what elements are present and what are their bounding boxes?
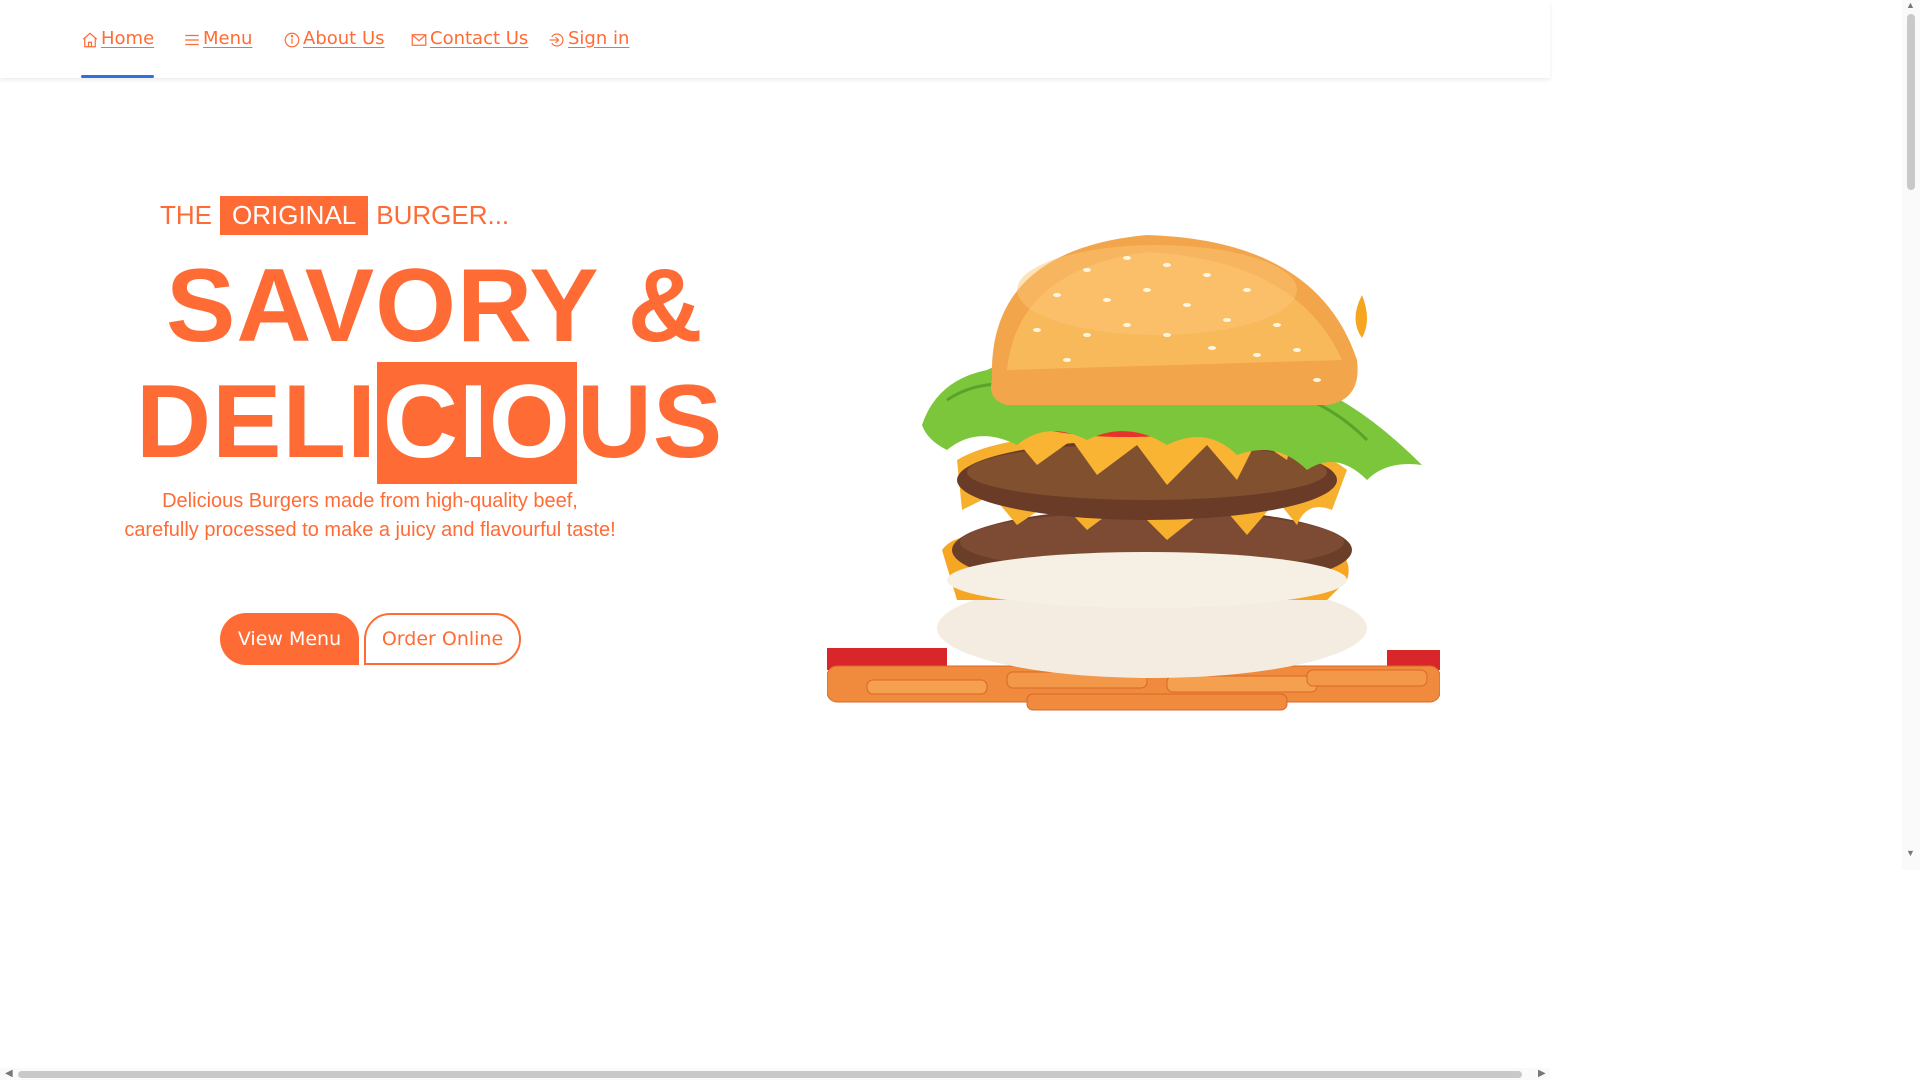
horizontal-scroll-thumb[interactable] — [18, 1071, 1522, 1078]
headline-line1: SAVORY & — [166, 248, 704, 364]
nav-menu-label: Menu — [203, 28, 253, 49]
vertical-scroll-thumb[interactable] — [1907, 14, 1915, 190]
description-line2: carefully processed to make a juicy and … — [124, 519, 616, 541]
nav-contact-link[interactable]: Contact Us — [410, 28, 528, 78]
menu-icon — [185, 34, 199, 46]
hero-description: Delicious Burgers made from high-quality… — [120, 487, 620, 545]
scroll-down-icon[interactable]: ▼ — [1906, 848, 1915, 858]
info-icon — [284, 32, 300, 48]
burger-photo — [826, 80, 1441, 740]
headline-line2: DELICIOUS — [136, 362, 723, 484]
nav-home-link[interactable]: Home — [81, 28, 155, 78]
burger-illustration — [826, 235, 1441, 711]
view-menu-button[interactable]: View Menu — [220, 613, 359, 665]
scroll-right-icon[interactable]: ▶ — [1538, 1068, 1546, 1079]
nav-contact-label: Contact Us — [430, 28, 529, 49]
nav-signin-label: Sign in — [568, 28, 630, 49]
nav-signin-link[interactable]: Sign in — [548, 28, 629, 78]
nav-about-link[interactable]: About Us — [283, 28, 385, 78]
nav-about-label: About Us — [303, 28, 385, 49]
nav-menu-link[interactable]: Menu — [183, 28, 252, 78]
home-icon — [82, 32, 98, 48]
headline-line2-highlight: CIO — [376, 362, 577, 484]
mail-icon — [411, 34, 427, 46]
hero-tagline: THE ORIGINAL BURGER... — [160, 196, 509, 235]
order-online-button[interactable]: Order Online — [364, 613, 521, 665]
headline-line2-before: DELI — [136, 364, 377, 480]
tagline-before: THE — [160, 200, 212, 230]
nav-home-label: Home — [101, 28, 155, 49]
top-navigation: Home Menu About Us Contact Us Sign in — [0, 0, 1550, 78]
sign-in-icon — [549, 33, 564, 47]
tagline-highlight: ORIGINAL — [220, 196, 369, 235]
headline-line2-after: US — [576, 364, 724, 480]
horizontal-scrollbar[interactable]: ◀ ▶ — [0, 1068, 1550, 1080]
description-line1: Delicious Burgers made from high-quality… — [162, 490, 578, 512]
scroll-left-icon[interactable]: ◀ — [5, 1068, 13, 1079]
scroll-up-icon[interactable]: ▲ — [1906, 0, 1915, 10]
tagline-after: BURGER... — [376, 200, 510, 230]
vertical-scrollbar[interactable]: ▲ ▼ — [1902, 0, 1920, 870]
